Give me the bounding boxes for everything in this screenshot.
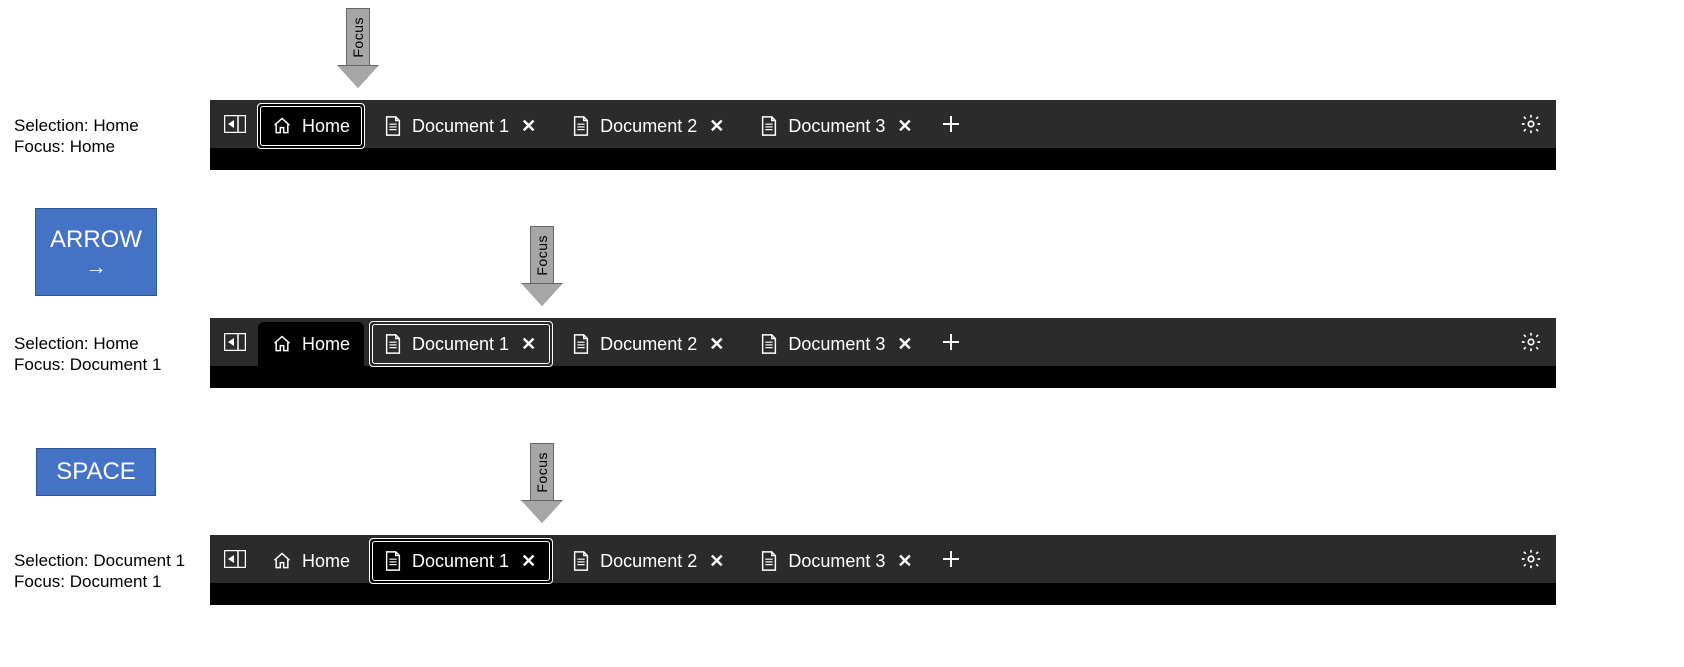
tab-label: Document 1 <box>412 551 509 572</box>
tab-document-2[interactable]: Document 2 ✕ <box>558 104 740 148</box>
status-selection: Selection: Document 1 <box>14 550 185 571</box>
focus-indicator-arrow: Focus <box>522 226 562 306</box>
key-space: SPACE <box>36 448 156 496</box>
status-focus: Focus: Home <box>14 136 139 157</box>
tab-label: Document 2 <box>600 334 697 355</box>
tab-document-2[interactable]: Document 2 ✕ <box>558 322 740 366</box>
status-selection: Selection: Home <box>14 115 139 136</box>
panel-collapse-button[interactable] <box>218 535 252 583</box>
add-tab-button[interactable] <box>934 100 968 148</box>
status-selection: Selection: Home <box>14 333 161 354</box>
document-icon <box>384 116 402 136</box>
document-icon <box>572 116 590 136</box>
home-icon <box>272 116 292 136</box>
tab-label: Home <box>302 551 350 572</box>
document-icon <box>572 334 590 354</box>
key-arrow-right: ARROW → <box>35 208 157 296</box>
focus-arrow-label: Focus <box>534 235 550 276</box>
tab-home[interactable]: Home <box>258 322 364 366</box>
tab-label: Document 2 <box>600 116 697 137</box>
tab-document-1[interactable]: Document 1 ✕ <box>370 322 552 366</box>
tab-strip: Home Document 1 ✕ Document 2 ✕ <box>210 100 1556 148</box>
tab-label: Document 2 <box>600 551 697 572</box>
state-status: Selection: Document 1 Focus: Document 1 <box>14 550 185 593</box>
tab-home[interactable]: Home <box>258 539 364 583</box>
tab-label: Document 3 <box>788 551 885 572</box>
home-icon <box>272 551 292 571</box>
close-tab-button[interactable]: ✕ <box>707 551 726 572</box>
status-focus: Focus: Document 1 <box>14 354 161 375</box>
document-icon <box>760 116 778 136</box>
document-icon <box>760 551 778 571</box>
tab-document-2[interactable]: Document 2 ✕ <box>558 539 740 583</box>
settings-button[interactable] <box>1514 535 1548 583</box>
tab-label: Document 3 <box>788 116 885 137</box>
document-icon <box>572 551 590 571</box>
tab-document-3[interactable]: Document 3 ✕ <box>746 539 928 583</box>
tab-strip: Home Document 1 ✕ Document 2 ✕ <box>210 318 1556 366</box>
close-tab-button[interactable]: ✕ <box>519 334 538 355</box>
settings-button[interactable] <box>1514 318 1548 366</box>
home-icon <box>272 334 292 354</box>
close-tab-button[interactable]: ✕ <box>895 334 914 355</box>
focus-arrow-label: Focus <box>350 17 366 58</box>
panel-collapse-button[interactable] <box>218 318 252 366</box>
close-tab-button[interactable]: ✕ <box>519 116 538 137</box>
document-icon <box>384 334 402 354</box>
panel-collapse-button[interactable] <box>218 100 252 148</box>
tab-document-1[interactable]: Document 1 ✕ <box>370 539 552 583</box>
tab-document-1[interactable]: Document 1 ✕ <box>370 104 552 148</box>
tab-home[interactable]: Home <box>258 104 364 148</box>
close-tab-button[interactable]: ✕ <box>895 116 914 137</box>
arrow-right-icon: → <box>85 256 107 278</box>
tab-document-3[interactable]: Document 3 ✕ <box>746 104 928 148</box>
focus-arrow-label: Focus <box>534 452 550 493</box>
close-tab-button[interactable]: ✕ <box>707 334 726 355</box>
key-label: ARROW <box>50 226 142 254</box>
tab-strip: Home Document 1 ✕ Document 2 ✕ <box>210 535 1556 583</box>
focus-indicator-arrow: Focus <box>338 8 378 88</box>
close-tab-button[interactable]: ✕ <box>895 551 914 572</box>
tab-label: Document 3 <box>788 334 885 355</box>
document-icon <box>760 334 778 354</box>
tab-label: Home <box>302 334 350 355</box>
state-status: Selection: Home Focus: Home <box>14 115 139 158</box>
key-label: SPACE <box>56 458 136 486</box>
tab-document-3[interactable]: Document 3 ✕ <box>746 322 928 366</box>
document-icon <box>384 551 402 571</box>
focus-indicator-arrow: Focus <box>522 443 562 523</box>
tab-label: Document 1 <box>412 116 509 137</box>
settings-button[interactable] <box>1514 100 1548 148</box>
tab-label: Document 1 <box>412 334 509 355</box>
close-tab-button[interactable]: ✕ <box>519 551 538 572</box>
status-focus: Focus: Document 1 <box>14 571 185 592</box>
tab-label: Home <box>302 116 350 137</box>
add-tab-button[interactable] <box>934 318 968 366</box>
state-status: Selection: Home Focus: Document 1 <box>14 333 161 376</box>
close-tab-button[interactable]: ✕ <box>707 116 726 137</box>
add-tab-button[interactable] <box>934 535 968 583</box>
